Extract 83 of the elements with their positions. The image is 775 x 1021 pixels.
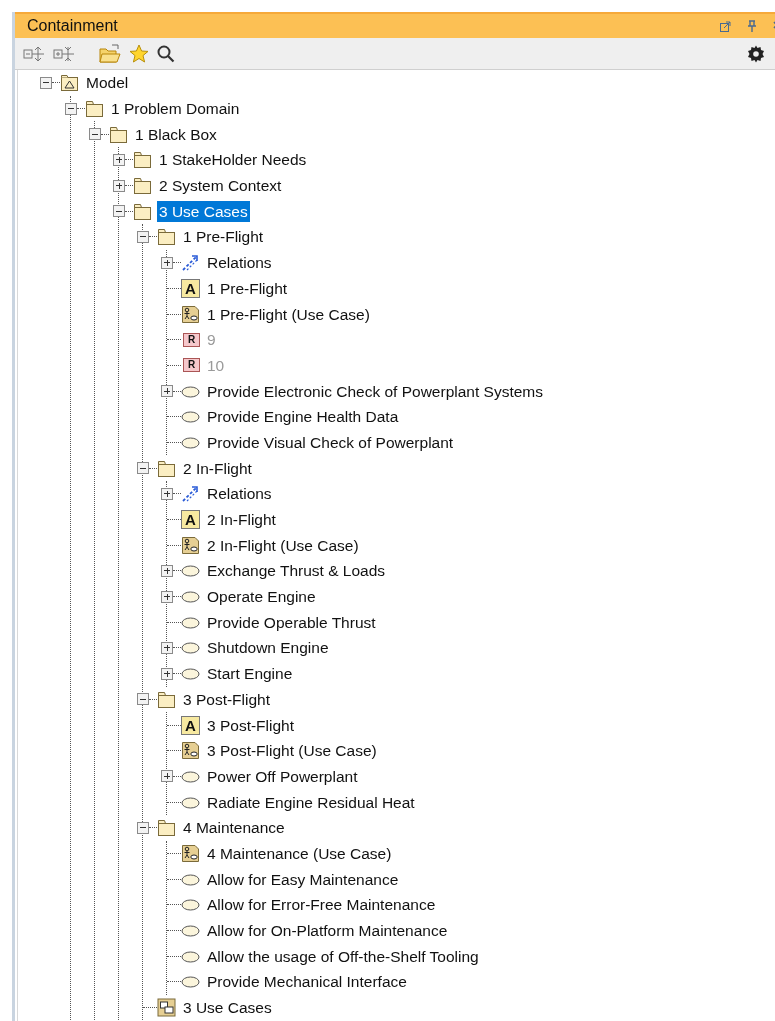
tree-toggle[interactable] <box>137 821 149 834</box>
tree-item[interactable]: Radiate Engine Residual Heat <box>205 791 417 813</box>
tree-item[interactable]: Provide Electronic Check of Powerplant Systems <box>205 380 545 402</box>
tree-item[interactable]: 3 Use Cases <box>181 997 274 1019</box>
tree-item[interactable]: Power Off Powerplant <box>205 765 360 787</box>
tree-toggle[interactable] <box>161 487 173 500</box>
search-icon[interactable] <box>157 44 175 63</box>
tree-item[interactable]: Relations <box>205 252 274 274</box>
folder-icon <box>85 99 104 119</box>
tree-item[interactable]: Allow for Easy Maintenance <box>205 868 401 890</box>
tree-item[interactable]: 2 In-Flight <box>205 509 278 531</box>
folder-icon <box>157 458 176 478</box>
use-case-diagram-icon <box>181 843 200 863</box>
tree-toggle[interactable] <box>40 76 52 89</box>
requirement-icon: R <box>183 358 200 373</box>
folder-icon <box>157 227 176 247</box>
tree-item[interactable]: 3 Post-Flight <box>181 688 272 710</box>
dashed-arrow-icon <box>181 484 200 504</box>
tree-item[interactable]: 1 Black Box <box>133 123 219 145</box>
tree-item[interactable]: Relations <box>205 483 274 505</box>
tree-item[interactable]: 3 Use Cases <box>157 200 250 222</box>
tree-toggle[interactable] <box>137 230 149 243</box>
tree-item[interactable]: Allow the usage of Off-the-Shelf Tooling <box>205 945 481 967</box>
folder-icon <box>133 150 152 170</box>
tree-item[interactable]: 2 System Context <box>157 175 284 197</box>
model-icon <box>60 73 79 93</box>
tree-item[interactable]: 2 In-Flight (Use Case) <box>205 534 361 556</box>
tree-toggle[interactable] <box>113 205 125 218</box>
tree-item[interactable]: 1 Pre-Flight (Use Case) <box>205 303 372 325</box>
tree-toggle[interactable] <box>161 641 173 654</box>
tree-item[interactable]: 1 StakeHolder Needs <box>157 149 309 171</box>
tree-toggle[interactable] <box>65 102 77 115</box>
use-case-diagram-icon <box>181 304 200 324</box>
folder-icon <box>133 176 152 196</box>
tree-item[interactable]: Allow for On-Platform Maintenance <box>205 920 450 942</box>
tree-item[interactable]: Provide Visual Check of Powerplant <box>205 431 456 453</box>
tree-item[interactable]: 4 Maintenance (Use Case) <box>205 842 394 864</box>
tree-toggle[interactable] <box>161 385 173 398</box>
folder-icon <box>157 818 176 838</box>
tree-toggle[interactable] <box>161 770 173 783</box>
tree-item[interactable]: 1 Problem Domain <box>109 98 242 120</box>
undock-icon[interactable] <box>720 20 731 32</box>
collapse-all-icon[interactable] <box>53 44 75 63</box>
tree-item[interactable]: 1 Pre-Flight <box>205 277 290 299</box>
tree-toggle[interactable] <box>161 256 173 269</box>
tree-toggle[interactable] <box>161 564 173 577</box>
dashed-arrow-icon <box>181 253 200 273</box>
folder-icon <box>109 124 128 144</box>
pin-icon[interactable] <box>747 20 757 32</box>
tree-item[interactable]: Operate Engine <box>205 586 318 608</box>
settings-icon[interactable] <box>747 44 765 63</box>
tree-item[interactable]: 3 Post-Flight <box>205 714 296 736</box>
folder-icon <box>157 689 176 709</box>
tree-toggle[interactable] <box>161 590 173 603</box>
tree-item[interactable]: 2 In-Flight <box>181 457 254 479</box>
tree-toggle[interactable] <box>89 128 101 141</box>
use-case-diagram-icon <box>181 535 200 555</box>
tree-toggle[interactable] <box>137 462 149 475</box>
tree-item[interactable]: Model <box>84 72 131 94</box>
use-case-diagram-icon <box>181 741 200 761</box>
tree-item[interactable]: 3 Post-Flight (Use Case) <box>205 740 379 762</box>
tree-item[interactable]: Exchange Thrust & Loads <box>205 560 388 582</box>
tree-item[interactable]: Allow for Error-Free Maintenance <box>205 894 438 916</box>
tree-toggle[interactable] <box>113 153 125 166</box>
text-note-icon: A <box>181 510 200 530</box>
tree-item[interactable]: 4 Maintenance <box>181 817 287 839</box>
tree-toggle[interactable] <box>113 179 125 192</box>
text-note-icon: A <box>181 278 200 298</box>
tree-item[interactable]: Start Engine <box>205 663 295 685</box>
tree-item[interactable]: Shutdown Engine <box>205 637 331 659</box>
folder-icon <box>133 201 152 221</box>
tree-item[interactable]: Provide Operable Thrust <box>205 611 378 633</box>
requirement-icon: R <box>183 332 200 347</box>
tree-toggle[interactable] <box>161 667 173 680</box>
panel-title: Containment <box>27 16 118 36</box>
expand-all-icon[interactable] <box>23 44 45 63</box>
tree-item[interactable]: 1 Pre-Flight <box>181 226 266 248</box>
tree-item[interactable]: Provide Engine Health Data <box>205 406 401 428</box>
package-diagram-icon <box>157 998 176 1018</box>
text-note-icon: A <box>181 715 200 735</box>
tree-item[interactable]: Provide Mechanical Interface <box>205 971 409 993</box>
star-icon[interactable] <box>129 43 149 64</box>
tree-toggle[interactable] <box>137 693 149 706</box>
